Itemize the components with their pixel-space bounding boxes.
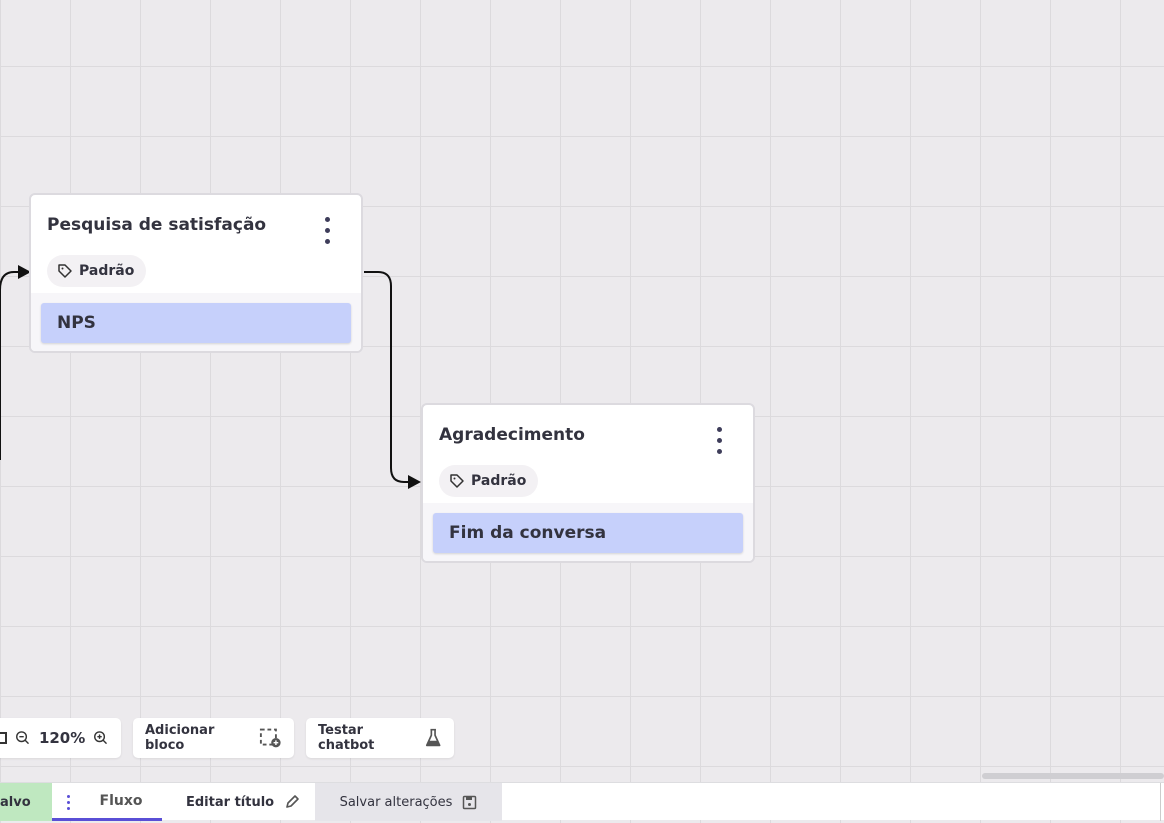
pencil-icon	[286, 795, 299, 808]
saved-status-label: alvo	[0, 794, 31, 810]
add-block-label: Adicionar bloco	[145, 723, 215, 753]
node-pesquisa-de-satisfacao[interactable]: Pesquisa de satisfação Padrão NPS	[29, 193, 363, 353]
tag-badge: Padrão	[47, 255, 147, 287]
tab-flow[interactable]: Fluxo	[52, 783, 162, 821]
node-item[interactable]: Fim da conversa	[433, 513, 743, 553]
tag-icon	[58, 264, 72, 278]
zoom-in-icon[interactable]	[93, 729, 109, 747]
zoom-controls: 120%	[0, 718, 121, 758]
arrow-head	[408, 475, 421, 489]
fit-screen-icon[interactable]	[0, 732, 8, 744]
node-item[interactable]: NPS	[41, 303, 351, 343]
horizontal-scrollbar[interactable]	[982, 773, 1164, 779]
test-chatbot-button[interactable]: Testar chatbot	[306, 718, 454, 758]
tab-flow-label: Fluxo	[99, 792, 143, 809]
edit-title-button[interactable]: Editar título	[186, 783, 306, 821]
more-options-icon[interactable]	[717, 427, 723, 459]
zoom-out-icon[interactable]	[15, 729, 31, 747]
zoom-level: 120%	[38, 729, 86, 747]
save-changes-button[interactable]: Salvar alterações	[315, 783, 502, 821]
test-chatbot-label: Testar chatbot	[318, 723, 375, 753]
connector-pesquisa-agradecimento	[364, 271, 410, 483]
saved-status: alvo	[0, 783, 52, 821]
add-block-icon	[260, 728, 282, 748]
tag-badge: Padrão	[439, 465, 539, 497]
more-options-icon[interactable]	[325, 217, 331, 249]
save-changes-label: Salvar alterações	[339, 794, 453, 810]
edit-title-label: Editar título	[186, 794, 275, 810]
tag-icon	[450, 474, 464, 488]
node-title: Agradecimento	[439, 425, 585, 445]
node-agradecimento[interactable]: Agradecimento Padrão Fim da conversa	[421, 403, 755, 563]
divider	[1160, 783, 1161, 821]
connector-in	[0, 271, 20, 460]
tag-label: Padrão	[471, 473, 527, 489]
node-title: Pesquisa de satisfação	[47, 215, 267, 235]
bottom-bar: alvo Fluxo Editar título Salvar alteraçõ…	[0, 782, 1164, 821]
tag-label: Padrão	[79, 263, 135, 279]
save-icon	[463, 795, 477, 809]
flask-icon	[425, 728, 441, 747]
add-block-button[interactable]: Adicionar bloco	[133, 718, 294, 758]
